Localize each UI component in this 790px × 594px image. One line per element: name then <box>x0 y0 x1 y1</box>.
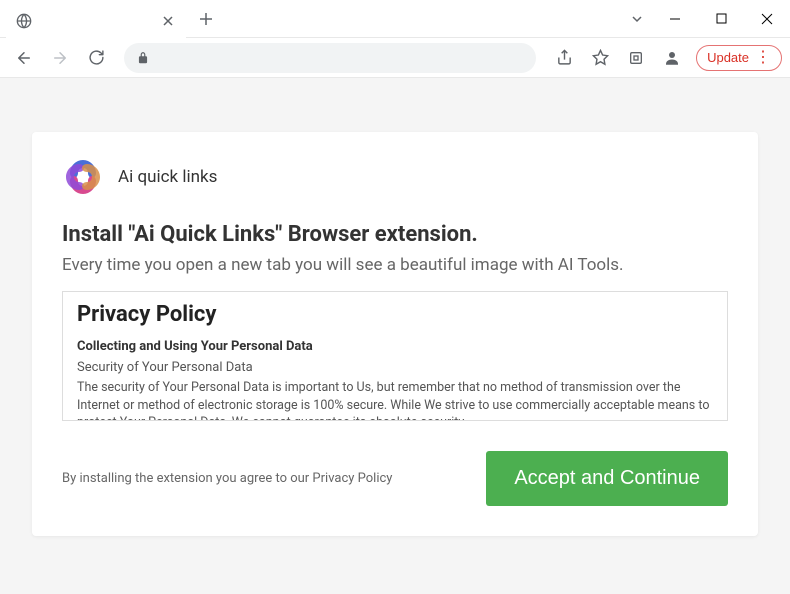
titlebar <box>0 0 790 38</box>
browser-toolbar: Update ⋮ <box>0 38 790 78</box>
update-label: Update <box>707 50 749 65</box>
install-subheading: Every time you open a new tab you will s… <box>62 255 728 275</box>
menu-dots-icon: ⋮ <box>755 50 771 66</box>
page-content: Ai quick links Install "Ai Quick Links" … <box>0 78 790 594</box>
policy-body: The security of Your Personal Data is im… <box>77 379 713 421</box>
tab-close-icon[interactable] <box>160 13 176 29</box>
extensions-icon[interactable] <box>620 42 652 74</box>
lock-icon <box>136 51 150 65</box>
bookmark-icon[interactable] <box>584 42 616 74</box>
policy-section-heading: Collecting and Using Your Personal Data <box>77 339 713 354</box>
privacy-policy-box[interactable]: Privacy Policy Collecting and Using Your… <box>62 291 728 421</box>
agree-text: By installing the extension you agree to… <box>62 471 392 486</box>
profile-icon[interactable] <box>656 42 688 74</box>
policy-title: Privacy Policy <box>77 302 713 327</box>
install-heading: Install "Ai Quick Links" Browser extensi… <box>62 222 728 247</box>
card-footer: By installing the extension you agree to… <box>62 451 728 506</box>
chevron-down-icon[interactable] <box>630 12 644 26</box>
minimize-button[interactable] <box>652 0 698 37</box>
policy-subsection: Security of Your Personal Data <box>77 360 713 375</box>
brand-row: Ai quick links <box>62 156 728 198</box>
maximize-button[interactable] <box>698 0 744 37</box>
reload-button[interactable] <box>80 42 112 74</box>
back-button[interactable] <box>8 42 40 74</box>
browser-tab[interactable] <box>6 4 186 38</box>
accept-continue-button[interactable]: Accept and Continue <box>486 451 728 506</box>
address-bar[interactable] <box>124 43 536 73</box>
globe-icon <box>16 13 32 29</box>
share-icon[interactable] <box>548 42 580 74</box>
update-button[interactable]: Update ⋮ <box>696 45 782 71</box>
forward-button[interactable] <box>44 42 76 74</box>
window-controls <box>630 0 790 37</box>
install-card: Ai quick links Install "Ai Quick Links" … <box>32 132 758 536</box>
new-tab-button[interactable] <box>192 5 220 33</box>
brand-name: Ai quick links <box>118 167 217 187</box>
close-window-button[interactable] <box>744 0 790 37</box>
app-logo-icon <box>62 156 104 198</box>
